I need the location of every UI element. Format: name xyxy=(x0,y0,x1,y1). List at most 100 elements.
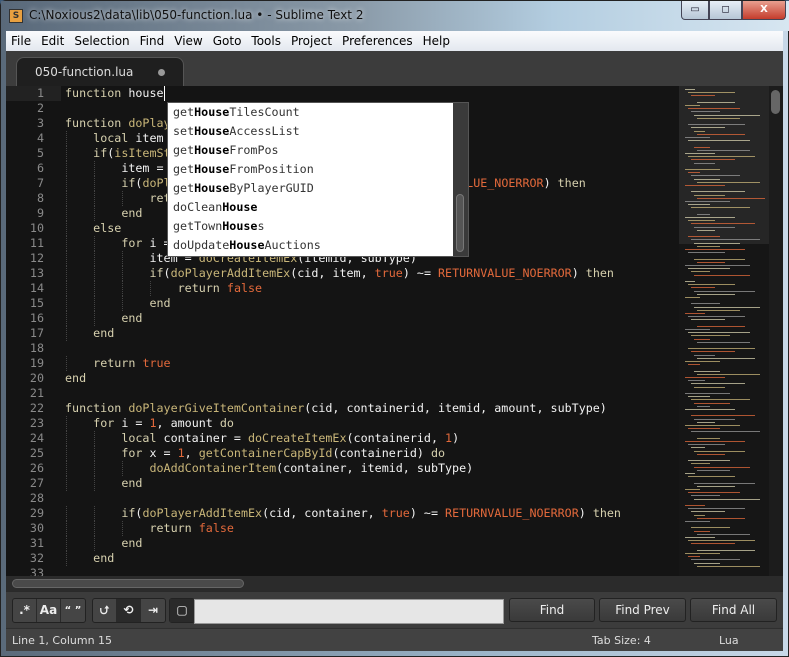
minimap-line xyxy=(694,146,710,148)
code-line[interactable]: end xyxy=(149,296,170,311)
close-button[interactable]: X xyxy=(742,1,786,20)
code-line[interactable]: doAddContainerItem(container, itemid, su… xyxy=(149,461,473,476)
indent-guide xyxy=(66,281,67,296)
syntax-mode[interactable]: Lua xyxy=(719,634,739,647)
code-token: then xyxy=(585,266,614,280)
code-line[interactable]: local container = doCreateItemEx(contain… xyxy=(121,431,459,446)
autocomplete-item[interactable]: doCleanHouse xyxy=(168,198,453,217)
minimap-line xyxy=(691,463,710,465)
code-token: then xyxy=(557,176,586,190)
modified-dot-icon[interactable] xyxy=(158,69,165,76)
reverse-direction-toggle[interactable]: ⮍ xyxy=(93,599,117,622)
find-all-button[interactable]: Find All xyxy=(690,598,777,622)
minimap-line xyxy=(691,191,745,193)
find-input[interactable] xyxy=(194,599,504,624)
autocomplete-item[interactable]: getHouseFromPosition xyxy=(168,160,453,179)
highlight-matches-toggle[interactable]: ▢ xyxy=(170,599,194,622)
code-line[interactable]: end xyxy=(121,311,142,326)
code-line[interactable]: end xyxy=(65,371,86,386)
code-line[interactable]: return true xyxy=(93,356,170,371)
minimap-line xyxy=(691,383,745,385)
code-line[interactable]: end xyxy=(121,206,142,221)
line-number: 21 xyxy=(29,386,44,400)
autocomplete-item[interactable]: getHouseTilesCount xyxy=(168,103,453,122)
minimap-line xyxy=(691,95,715,97)
horizontal-scroll-thumb[interactable] xyxy=(12,579,244,588)
autocomplete-scrollbar[interactable] xyxy=(456,106,466,253)
code-line[interactable]: return false xyxy=(178,281,262,296)
code-line[interactable]: for x = 1, getContainerCapById(container… xyxy=(121,446,445,461)
code-token: if xyxy=(121,176,136,190)
menu-goto[interactable]: Goto xyxy=(208,34,247,48)
autocomplete-item[interactable]: getHouseFromPos xyxy=(168,141,453,160)
minimap-line xyxy=(697,149,750,151)
code-line[interactable]: if(doPlayerAddItemEx(cid, container, tru… xyxy=(121,506,621,521)
code-token: return xyxy=(93,356,136,370)
minimap-line xyxy=(685,441,745,442)
code-line[interactable]: end xyxy=(121,476,142,491)
whole-word-toggle[interactable]: “ ” xyxy=(61,599,85,622)
minimap-line xyxy=(685,505,705,506)
code-token: end xyxy=(121,536,143,550)
maximize-button[interactable]: ◻ xyxy=(709,1,742,20)
line-number: 14 xyxy=(29,281,44,295)
menu-tools[interactable]: Tools xyxy=(246,34,286,48)
indent-guide xyxy=(66,131,67,146)
autocomplete-popup: getHouseTilesCount setHouseAccessList getH… xyxy=(167,102,469,257)
find-prev-button[interactable]: Find Prev xyxy=(599,598,686,622)
code-line[interactable]: end xyxy=(93,326,114,341)
code-line[interactable]: function house xyxy=(65,86,164,101)
code-token: function xyxy=(65,401,122,415)
code-token: , xyxy=(184,446,199,460)
minimap-line xyxy=(688,204,710,206)
menu-selection[interactable]: Selection xyxy=(69,34,134,48)
indent-guide xyxy=(66,326,67,341)
minimap-line xyxy=(691,495,720,497)
code-token: for xyxy=(121,236,143,250)
code-line[interactable]: for i = 1, amount do xyxy=(93,416,234,431)
tab-size[interactable]: Tab Size: 4 xyxy=(592,634,651,647)
indent-guide xyxy=(94,536,96,551)
menu-edit[interactable]: Edit xyxy=(36,34,69,48)
vertical-scroll-thumb[interactable] xyxy=(771,90,780,114)
code-token: (container, itemid, subType) xyxy=(276,461,474,475)
menu-find[interactable]: Find xyxy=(135,34,170,48)
minimize-button[interactable]: ▭ xyxy=(681,1,709,20)
code-token: return xyxy=(149,521,192,535)
minimap-line xyxy=(697,325,745,327)
tab-050-function-lua[interactable]: 050-function.lua xyxy=(16,57,184,86)
horizontal-scrollbar[interactable] xyxy=(6,576,783,591)
minimap-line xyxy=(691,271,710,273)
menu-file[interactable]: File xyxy=(6,34,36,48)
item-text: ByPlayerGUID xyxy=(229,181,314,195)
menu-preferences[interactable]: Preferences xyxy=(337,34,418,48)
code-line[interactable]: end xyxy=(93,551,114,566)
code-line[interactable]: else xyxy=(93,221,121,236)
find-button[interactable]: Find xyxy=(509,598,595,622)
case-sensitive-toggle[interactable]: Aa xyxy=(37,599,61,622)
code-line[interactable]: end xyxy=(121,536,142,551)
in-selection-toggle[interactable]: ⇥ xyxy=(141,599,165,622)
menu-help[interactable]: Help xyxy=(418,34,455,48)
minimap[interactable] xyxy=(679,86,769,576)
code-line[interactable]: return false xyxy=(149,521,233,536)
code-token: house xyxy=(121,86,164,100)
menu-project[interactable]: Project xyxy=(286,34,337,48)
autocomplete-scroll-thumb[interactable] xyxy=(456,194,464,252)
autocomplete-item[interactable]: setHouseAccessList xyxy=(168,122,453,141)
indent-guide xyxy=(94,506,96,521)
minimap-line xyxy=(685,377,725,378)
code-line[interactable]: function doPlayerGiveItemContainer(cid, … xyxy=(65,401,607,416)
minimap-line xyxy=(694,386,725,388)
menu-view[interactable]: View xyxy=(169,34,207,48)
code-line[interactable]: if(doPlayerAddItemEx(cid, item, true) ~=… xyxy=(149,266,613,281)
autocomplete-item[interactable]: getHouseByPlayerGUID xyxy=(168,179,453,198)
indent-guide xyxy=(66,416,67,431)
autocomplete-item[interactable]: getTownHouses xyxy=(168,217,453,236)
regex-toggle[interactable]: .* xyxy=(13,599,37,622)
autocomplete-item[interactable]: doUpdateHouseAuctions xyxy=(168,236,453,255)
wrap-toggle[interactable]: ⟲ xyxy=(117,599,141,622)
minimap-line xyxy=(697,437,720,439)
vertical-scrollbar[interactable] xyxy=(769,86,783,576)
minimap-line xyxy=(688,124,745,126)
